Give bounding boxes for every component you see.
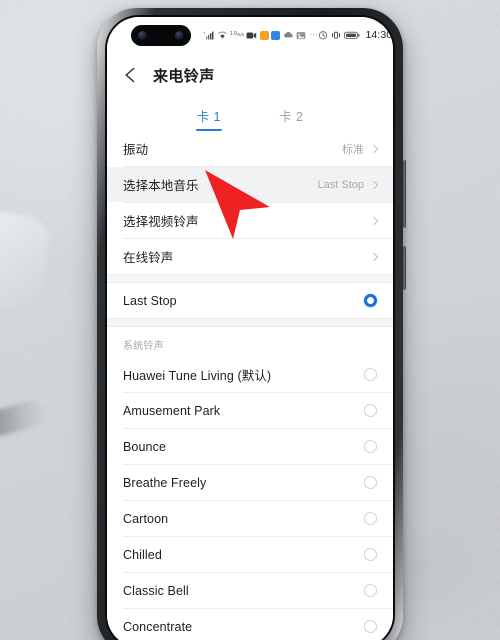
row-current-ringtone-label: Last Stop <box>123 293 177 308</box>
row-choose-video-ringtone[interactable]: 选择视频铃声 <box>107 203 393 238</box>
radio-button[interactable] <box>364 584 377 597</box>
row-choose-local-music[interactable]: 选择本地音乐 Last Stop <box>107 167 393 202</box>
page-title: 来电铃声 <box>153 67 215 85</box>
network-speed-icon: 1.9 <box>230 31 237 38</box>
ringtone-label: Breathe Freely <box>123 475 207 490</box>
status-bar-clock: 14:30 <box>365 29 393 41</box>
row-choose-video-ringtone-label: 选择视频铃声 <box>123 215 199 229</box>
video-app-icon <box>246 31 257 40</box>
more-icons-ellipsis: ··· <box>308 29 319 39</box>
list-item[interactable]: Huawei Tune Living (默认) <box>107 357 393 392</box>
radio-button[interactable] <box>364 548 377 561</box>
status-bar-left-icons: + 1.9 K/s ··· <box>203 30 318 40</box>
alarm-icon <box>318 30 328 40</box>
row-choose-local-music-value: Last Stop <box>317 178 364 191</box>
row-online-ringtones[interactable]: 在线铃声 <box>107 239 393 274</box>
list-item[interactable]: Chilled <box>107 537 393 572</box>
row-current-ringtone[interactable]: Last Stop <box>107 283 393 318</box>
row-vibration-value: 标准 <box>342 143 364 156</box>
gallery-app-icon <box>296 31 306 40</box>
section-header-system-ringtones: 系统铃声 <box>123 341 164 352</box>
list-item[interactable]: Cartoon <box>107 501 393 536</box>
network-speed-unit-icon: K/s <box>237 31 244 38</box>
section-gap <box>107 274 393 283</box>
chevron-right-icon <box>369 144 379 153</box>
list-item[interactable]: Amusement Park <box>107 393 393 428</box>
orange-app-icon <box>259 30 269 40</box>
front-camera-cutout <box>131 24 191 46</box>
back-arrow-icon[interactable] <box>121 65 141 85</box>
ringtone-list[interactable]: 振动 标准 选择本地音乐 Last Stop 选择视频铃声 在线铃声 Last … <box>107 131 393 640</box>
tab-sim-1[interactable]: 卡 1 <box>197 106 221 131</box>
volume-button[interactable] <box>403 160 406 228</box>
blue-app-icon <box>271 30 281 40</box>
status-bar: + 1.9 K/s ··· 14:30 <box>107 17 393 53</box>
phone-screen: + 1.9 K/s ··· 14:30 来电铃声 卡 1 卡 2 振动 标准 选… <box>107 17 393 640</box>
signal-bars-icon: + <box>203 30 214 40</box>
list-item[interactable]: Bounce <box>107 429 393 464</box>
ringtone-label: Chilled <box>123 547 162 562</box>
ringtone-label: Bounce <box>123 439 166 454</box>
chevron-right-icon <box>369 180 379 189</box>
power-button[interactable] <box>403 246 406 290</box>
ringtone-label: Concentrate <box>123 619 193 634</box>
title-bar: 来电铃声 <box>107 53 393 97</box>
row-choose-local-music-label: 选择本地音乐 <box>123 179 199 193</box>
list-item[interactable]: Classic Bell <box>107 573 393 608</box>
ringtone-label: Cartoon <box>123 511 169 526</box>
list-item[interactable]: Concentrate <box>107 609 393 640</box>
sim-tab-bar: 卡 1 卡 2 <box>107 97 393 131</box>
radio-button[interactable] <box>364 404 377 417</box>
battery-icon <box>344 31 361 40</box>
status-bar-right-icons: 14:30 <box>318 29 392 41</box>
radio-button[interactable] <box>364 368 377 381</box>
radio-button[interactable] <box>364 476 377 489</box>
list-item[interactable]: Breathe Freely <box>107 465 393 500</box>
row-vibration-label: 振动 <box>123 143 149 157</box>
tab-sim-2[interactable]: 卡 2 <box>279 106 303 131</box>
svg-text:+: + <box>203 30 206 35</box>
chevron-right-icon <box>369 252 379 261</box>
row-online-ringtones-label: 在线铃声 <box>123 251 174 265</box>
cloud-icon <box>283 31 294 39</box>
chevron-right-icon <box>369 216 379 225</box>
radio-button[interactable] <box>364 512 377 525</box>
ringtone-label: Amusement Park <box>123 403 221 418</box>
wifi-icon <box>217 30 228 40</box>
ringtone-label: Huawei Tune Living (默认) <box>123 369 272 383</box>
vibrate-icon <box>331 30 341 40</box>
row-vibration[interactable]: 振动 标准 <box>107 131 393 166</box>
radio-button[interactable] <box>364 440 377 453</box>
section-gap <box>107 318 393 327</box>
ringtone-label: Classic Bell <box>123 583 189 598</box>
network-speed-value: 1.9 <box>230 31 237 38</box>
radio-button-selected[interactable] <box>364 294 377 307</box>
network-speed-unit: K/s <box>237 31 244 37</box>
phone-device: + 1.9 K/s ··· 14:30 来电铃声 卡 1 卡 2 振动 标准 选… <box>97 8 406 640</box>
phone-bezel: + 1.9 K/s ··· 14:30 来电铃声 卡 1 卡 2 振动 标准 选… <box>105 15 395 640</box>
radio-button[interactable] <box>364 620 377 633</box>
